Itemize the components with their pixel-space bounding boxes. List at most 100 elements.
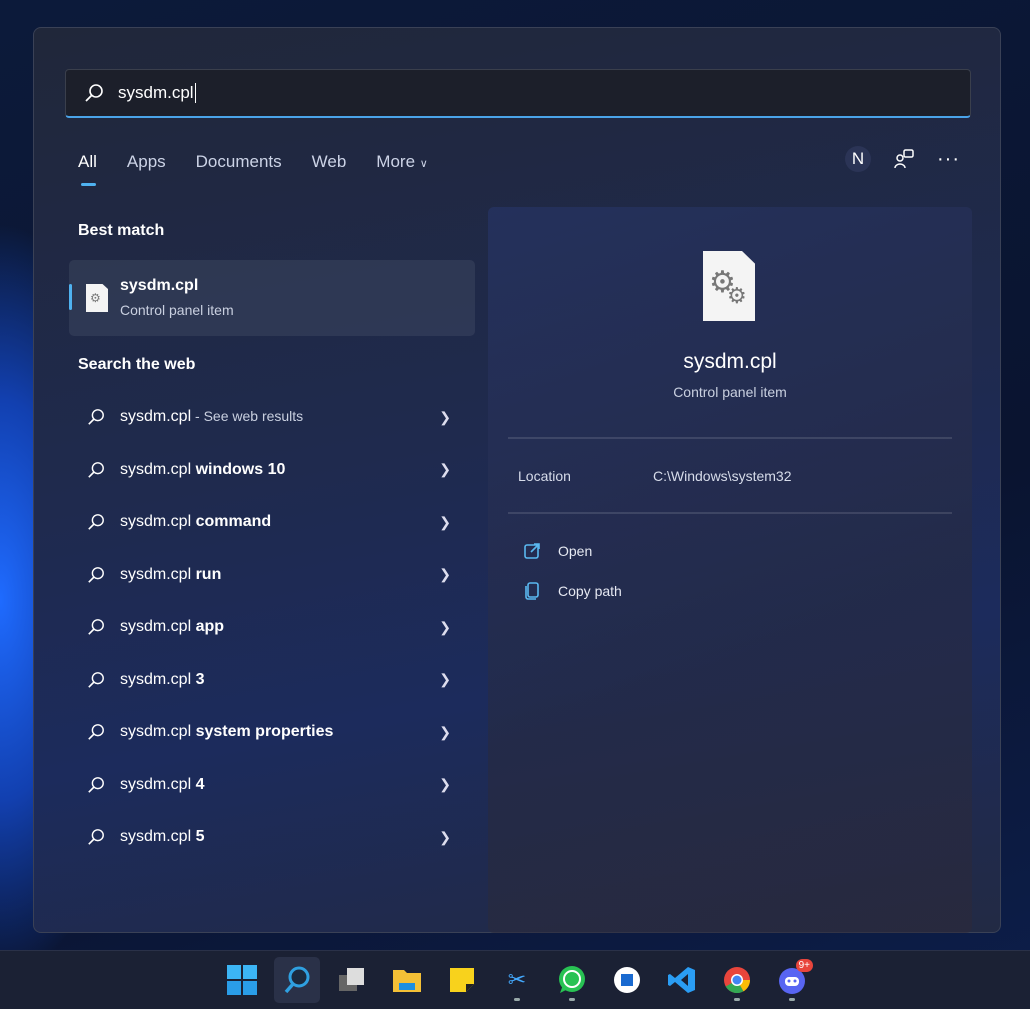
tab-all[interactable]: All <box>78 152 97 186</box>
web-result-item[interactable]: sysdm.cpl - See web results ❯ <box>69 394 475 440</box>
chevron-right-icon: ❯ <box>439 461 451 477</box>
avatar[interactable]: N <box>845 146 872 172</box>
web-result-label: sysdm.cpl windows 10 <box>120 461 285 479</box>
query-suffix: 3 <box>191 670 205 688</box>
query-prefix: sysdm.cpl <box>120 408 192 425</box>
web-result-item[interactable]: sysdm.cpl 5 ❯ <box>69 814 475 860</box>
query-prefix: sysdm.cpl <box>120 775 192 793</box>
search-icon <box>88 724 104 740</box>
chevron-right-icon: ❯ <box>439 566 451 582</box>
query-prefix: sysdm.cpl <box>120 723 192 740</box>
search-icon <box>88 671 104 688</box>
search-icon <box>88 829 104 845</box>
snipping-tool-button[interactable]: ✂ <box>494 957 540 1003</box>
copy-icon <box>525 582 539 600</box>
location-value: C:\Windows\system32 <box>653 468 792 484</box>
open-label: Open <box>558 543 593 559</box>
query-suffix: windows 10 <box>191 460 286 478</box>
file-explorer-button[interactable] <box>384 957 430 1003</box>
chrome-button[interactable] <box>714 957 760 1003</box>
tab-more-label: More <box>376 152 416 171</box>
query-suffix: app <box>191 618 225 635</box>
tab-documents[interactable]: Documents <box>196 152 282 172</box>
detail-subtitle: Control panel item <box>673 384 787 400</box>
running-indicator <box>789 998 795 1001</box>
search-input[interactable]: sysdm.cpl <box>65 69 971 118</box>
chevron-right-icon: ❯ <box>439 776 451 792</box>
tab-more[interactable]: More ∨ <box>376 152 428 172</box>
task-view-button[interactable] <box>329 957 375 1003</box>
search-icon <box>88 619 104 635</box>
web-result-label: sysdm.cpl 5 <box>120 828 204 846</box>
running-indicator <box>734 998 740 1001</box>
control-panel-file-large-icon: ⚙ ⚙ <box>703 251 755 321</box>
query-prefix: sysdm.cpl <box>120 828 192 845</box>
query-prefix: sysdm.cpl <box>120 565 192 583</box>
web-result-item[interactable]: sysdm.cpl command ❯ <box>69 499 475 545</box>
discord-button[interactable]: 9+ <box>769 957 815 1003</box>
best-match-item[interactable]: ⚙ sysdm.cpl Control panel item <box>69 260 475 336</box>
open-action[interactable]: Open <box>522 541 592 561</box>
web-result-label: sysdm.cpl command <box>120 513 271 531</box>
open-external-icon <box>524 543 540 559</box>
detail-title: sysdm.cpl <box>683 350 777 373</box>
query-prefix: sysdm.cpl <box>120 670 192 688</box>
search-icon <box>88 514 104 530</box>
query-prefix: sysdm.cpl <box>120 618 192 635</box>
query-suffix: run <box>191 565 222 583</box>
search-icon <box>88 461 104 478</box>
query-suffix: command <box>191 513 272 530</box>
web-result-label: sysdm.cpl system properties <box>120 723 333 741</box>
windows-logo-icon <box>227 965 257 995</box>
search-icon <box>284 966 310 994</box>
tab-apps[interactable]: Apps <box>127 152 166 172</box>
tab-web[interactable]: Web <box>312 152 347 172</box>
web-result-label: sysdm.cpl 3 <box>120 671 204 689</box>
search-icon <box>88 566 104 583</box>
copy-path-action[interactable]: Copy path <box>522 581 622 601</box>
location-label: Location <box>518 468 571 484</box>
word-app-icon <box>614 967 640 993</box>
web-result-item[interactable]: sysdm.cpl system properties ❯ <box>69 709 475 755</box>
whatsapp-button[interactable] <box>549 957 595 1003</box>
control-panel-file-icon: ⚙ <box>86 284 108 312</box>
best-match-title: sysdm.cpl <box>120 277 199 294</box>
best-match-subtitle: Control panel item <box>120 302 234 318</box>
best-match-heading: Best match <box>78 222 165 239</box>
search-icon <box>85 84 103 102</box>
web-result-item[interactable]: sysdm.cpl run ❯ <box>69 552 475 598</box>
web-result-label: sysdm.cpl app <box>120 618 224 636</box>
search-icon <box>88 409 104 425</box>
chevron-right-icon: ❯ <box>439 723 451 740</box>
web-result-item[interactable]: sysdm.cpl 3 ❯ <box>69 657 475 703</box>
start-button[interactable] <box>219 957 265 1003</box>
task-view-icon <box>339 968 364 991</box>
running-indicator <box>569 998 575 1001</box>
divider <box>508 437 952 439</box>
vscode-button[interactable] <box>659 957 705 1003</box>
sticky-notes-icon <box>450 968 474 992</box>
filter-tabs: All Apps Documents Web More ∨ <box>78 152 458 186</box>
web-result-label: sysdm.cpl run <box>120 566 221 584</box>
query-prefix: sysdm.cpl <box>120 513 192 530</box>
whatsapp-icon <box>559 966 585 993</box>
snipping-tool-icon: ✂ <box>507 967 527 992</box>
chevron-right-icon: ❯ <box>439 828 451 845</box>
selection-indicator <box>69 284 72 310</box>
chevron-down-icon: ∨ <box>419 158 428 170</box>
web-result-label: sysdm.cpl 4 <box>120 776 204 794</box>
taskbar-search-button[interactable] <box>274 957 320 1003</box>
word-app-button[interactable] <box>604 957 650 1003</box>
more-options-icon[interactable]: ··· <box>937 148 960 171</box>
query-suffix: 4 <box>191 775 205 793</box>
feedback-icon[interactable] <box>893 148 915 170</box>
web-result-item[interactable]: sysdm.cpl 4 ❯ <box>69 762 475 808</box>
vscode-icon <box>668 967 695 993</box>
sticky-notes-button[interactable] <box>439 957 485 1003</box>
web-result-item[interactable]: sysdm.cpl windows 10 ❯ <box>69 447 475 493</box>
web-result-item[interactable]: sysdm.cpl app ❯ <box>69 604 475 650</box>
search-text[interactable]: sysdm.cpl <box>118 83 196 103</box>
divider <box>508 512 952 514</box>
search-icon <box>88 776 104 793</box>
folder-icon <box>393 970 421 992</box>
